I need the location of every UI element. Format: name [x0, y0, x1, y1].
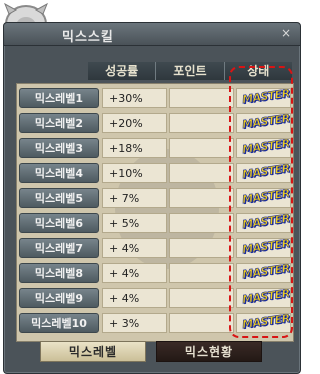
tab-mix-status[interactable]: 믹스현황	[156, 341, 262, 362]
title-bar[interactable]: 믹스스킬 ×	[4, 23, 300, 46]
points-cell	[169, 238, 234, 258]
status-cell: MASTER	[236, 88, 291, 108]
master-badge: MASTER	[241, 213, 291, 232]
window-title: 믹스스킬	[62, 30, 114, 45]
master-badge: MASTER	[241, 288, 291, 307]
master-badge: MASTER	[241, 138, 291, 157]
header-points: 포인트	[156, 62, 225, 80]
table-row[interactable]: 믹스레벨10 + 3% MASTER	[19, 313, 291, 333]
status-cell: MASTER	[236, 138, 291, 158]
points-cell	[169, 113, 234, 133]
table-header: 성공률 포인트 상태	[88, 62, 292, 80]
table-row[interactable]: 믹스레벨1 +30% MASTER	[19, 88, 291, 108]
success-rate: + 7%	[102, 188, 167, 208]
table-row[interactable]: 믹스레벨8 + 4% MASTER	[19, 263, 291, 283]
table-row[interactable]: 믹스레벨2 +20% MASTER	[19, 113, 291, 133]
table-row[interactable]: 믹스레벨4 +10% MASTER	[19, 163, 291, 183]
points-cell	[169, 88, 234, 108]
success-rate: +20%	[102, 113, 167, 133]
skill-table: 믹스레벨1 +30% MASTER 믹스레벨2 +20% MASTER 믹스레벨…	[16, 83, 294, 342]
success-rate: + 4%	[102, 263, 167, 283]
status-cell: MASTER	[236, 288, 291, 308]
level-label: 믹스레벨7	[19, 238, 99, 258]
level-label: 믹스레벨8	[19, 263, 99, 283]
points-cell	[169, 313, 234, 333]
level-label: 믹스레벨4	[19, 163, 99, 183]
success-rate: +30%	[102, 88, 167, 108]
level-label: 믹스레벨3	[19, 138, 99, 158]
master-badge: MASTER	[241, 313, 291, 332]
success-rate: + 3%	[102, 313, 167, 333]
table-row[interactable]: 믹스레벨7 + 4% MASTER	[19, 238, 291, 258]
master-badge: MASTER	[241, 88, 291, 107]
tab-mix-level[interactable]: 믹스레벨	[40, 341, 146, 362]
status-cell: MASTER	[236, 163, 291, 183]
master-badge: MASTER	[241, 113, 291, 132]
master-badge: MASTER	[241, 188, 291, 207]
level-label: 믹스레벨2	[19, 113, 99, 133]
master-badge: MASTER	[241, 163, 291, 182]
points-cell	[169, 138, 234, 158]
points-cell	[169, 263, 234, 283]
status-cell: MASTER	[236, 113, 291, 133]
success-rate: +18%	[102, 138, 167, 158]
level-label: 믹스레벨9	[19, 288, 99, 308]
master-badge: MASTER	[241, 263, 291, 282]
table-row[interactable]: 믹스레벨5 + 7% MASTER	[19, 188, 291, 208]
success-rate: + 4%	[102, 288, 167, 308]
table-row[interactable]: 믹스레벨6 + 5% MASTER	[19, 213, 291, 233]
status-cell: MASTER	[236, 213, 291, 233]
success-rate: +10%	[102, 163, 167, 183]
close-icon[interactable]: ×	[281, 26, 291, 40]
table-row[interactable]: 믹스레벨9 + 4% MASTER	[19, 288, 291, 308]
level-label: 믹스레벨1	[19, 88, 99, 108]
header-success-rate: 성공률	[88, 62, 157, 80]
points-cell	[169, 213, 234, 233]
table-row[interactable]: 믹스레벨3 +18% MASTER	[19, 138, 291, 158]
header-status: 상태	[224, 62, 292, 80]
success-rate: + 4%	[102, 238, 167, 258]
success-rate: + 5%	[102, 213, 167, 233]
points-cell	[169, 163, 234, 183]
status-cell: MASTER	[236, 188, 291, 208]
level-label: 믹스레벨10	[19, 313, 99, 333]
master-badge: MASTER	[241, 238, 291, 257]
points-cell	[169, 288, 234, 308]
level-label: 믹스레벨5	[19, 188, 99, 208]
status-cell: MASTER	[236, 238, 291, 258]
points-cell	[169, 188, 234, 208]
status-cell: MASTER	[236, 263, 291, 283]
status-cell: MASTER	[236, 313, 291, 333]
level-label: 믹스레벨6	[19, 213, 99, 233]
